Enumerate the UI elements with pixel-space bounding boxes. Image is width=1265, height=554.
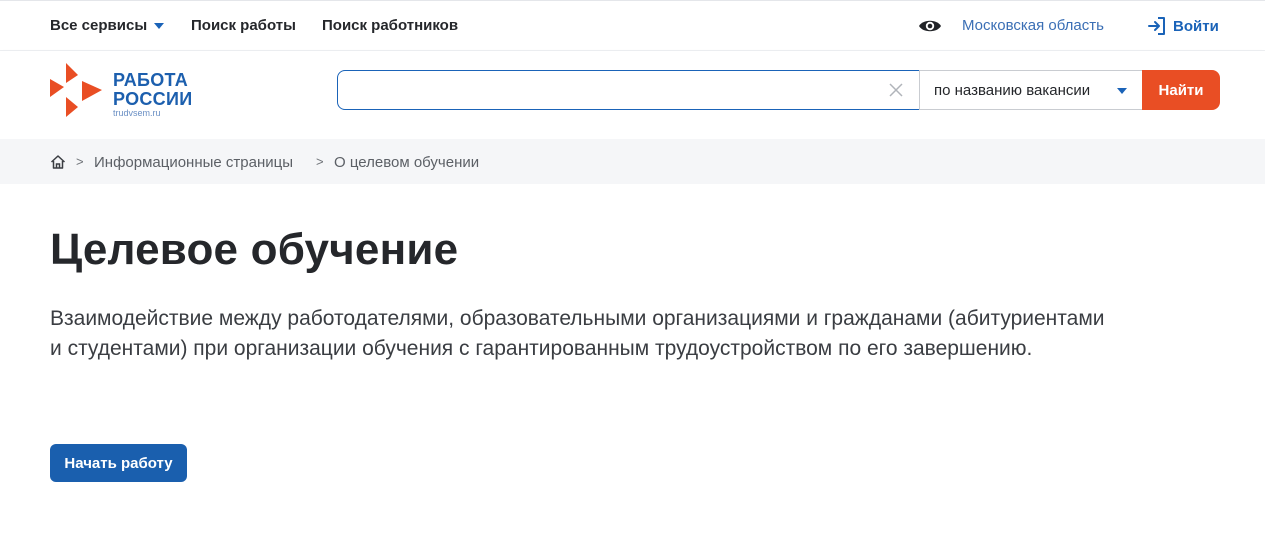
home-icon[interactable]: [50, 154, 66, 170]
worker-search-link[interactable]: Поиск работников: [322, 17, 458, 34]
page-description: Взаимодействие между работодателями, обр…: [50, 307, 1105, 360]
search-submit-button[interactable]: Найти: [1142, 70, 1220, 110]
top-navigation: Все сервисы Поиск работы Поиск работнико…: [0, 0, 1265, 51]
login-icon: [1148, 17, 1165, 35]
breadcrumb-item-info-pages[interactable]: Информационные страницы: [94, 154, 293, 171]
logo-mark: [50, 63, 102, 117]
eye-icon[interactable]: [918, 17, 942, 35]
page-title: Целевое обучение: [50, 225, 459, 274]
start-work-button[interactable]: Начать работу: [50, 444, 187, 482]
all-services-menu[interactable]: Все сервисы: [50, 17, 165, 34]
login-label: Войти: [1173, 17, 1219, 35]
region-selector[interactable]: Московская область: [962, 17, 1104, 34]
search-mode-value: по названию вакансии: [934, 82, 1091, 99]
job-search-link[interactable]: Поиск работы: [191, 17, 296, 34]
search-mode-select[interactable]: по названию вакансии: [919, 70, 1143, 110]
site-logo[interactable]: РАБОТА РОССИИ trudvsem.ru: [50, 61, 200, 121]
login-button[interactable]: Войти: [1147, 16, 1219, 36]
all-services-label: Все сервисы: [50, 17, 148, 34]
breadcrumb-item-current: О целевом обучении: [334, 154, 480, 171]
search-box: [337, 70, 920, 110]
logo-title-line1: РАБОТА: [113, 70, 189, 90]
logo-title-line2: РОССИИ: [113, 89, 193, 109]
breadcrumb-separator: >: [76, 154, 84, 169]
breadcrumb-separator: >: [316, 154, 324, 169]
chevron-down-icon: [154, 22, 165, 29]
breadcrumb: > Информационные страницы > О целевом об…: [0, 139, 1265, 184]
site-header: РАБОТА РОССИИ trudvsem.ru по названию ва…: [0, 51, 1265, 139]
close-icon[interactable]: [889, 83, 903, 97]
search-input[interactable]: [338, 71, 878, 109]
chevron-down-icon: [1117, 88, 1127, 94]
logo-domain: trudvsem.ru: [113, 108, 161, 118]
